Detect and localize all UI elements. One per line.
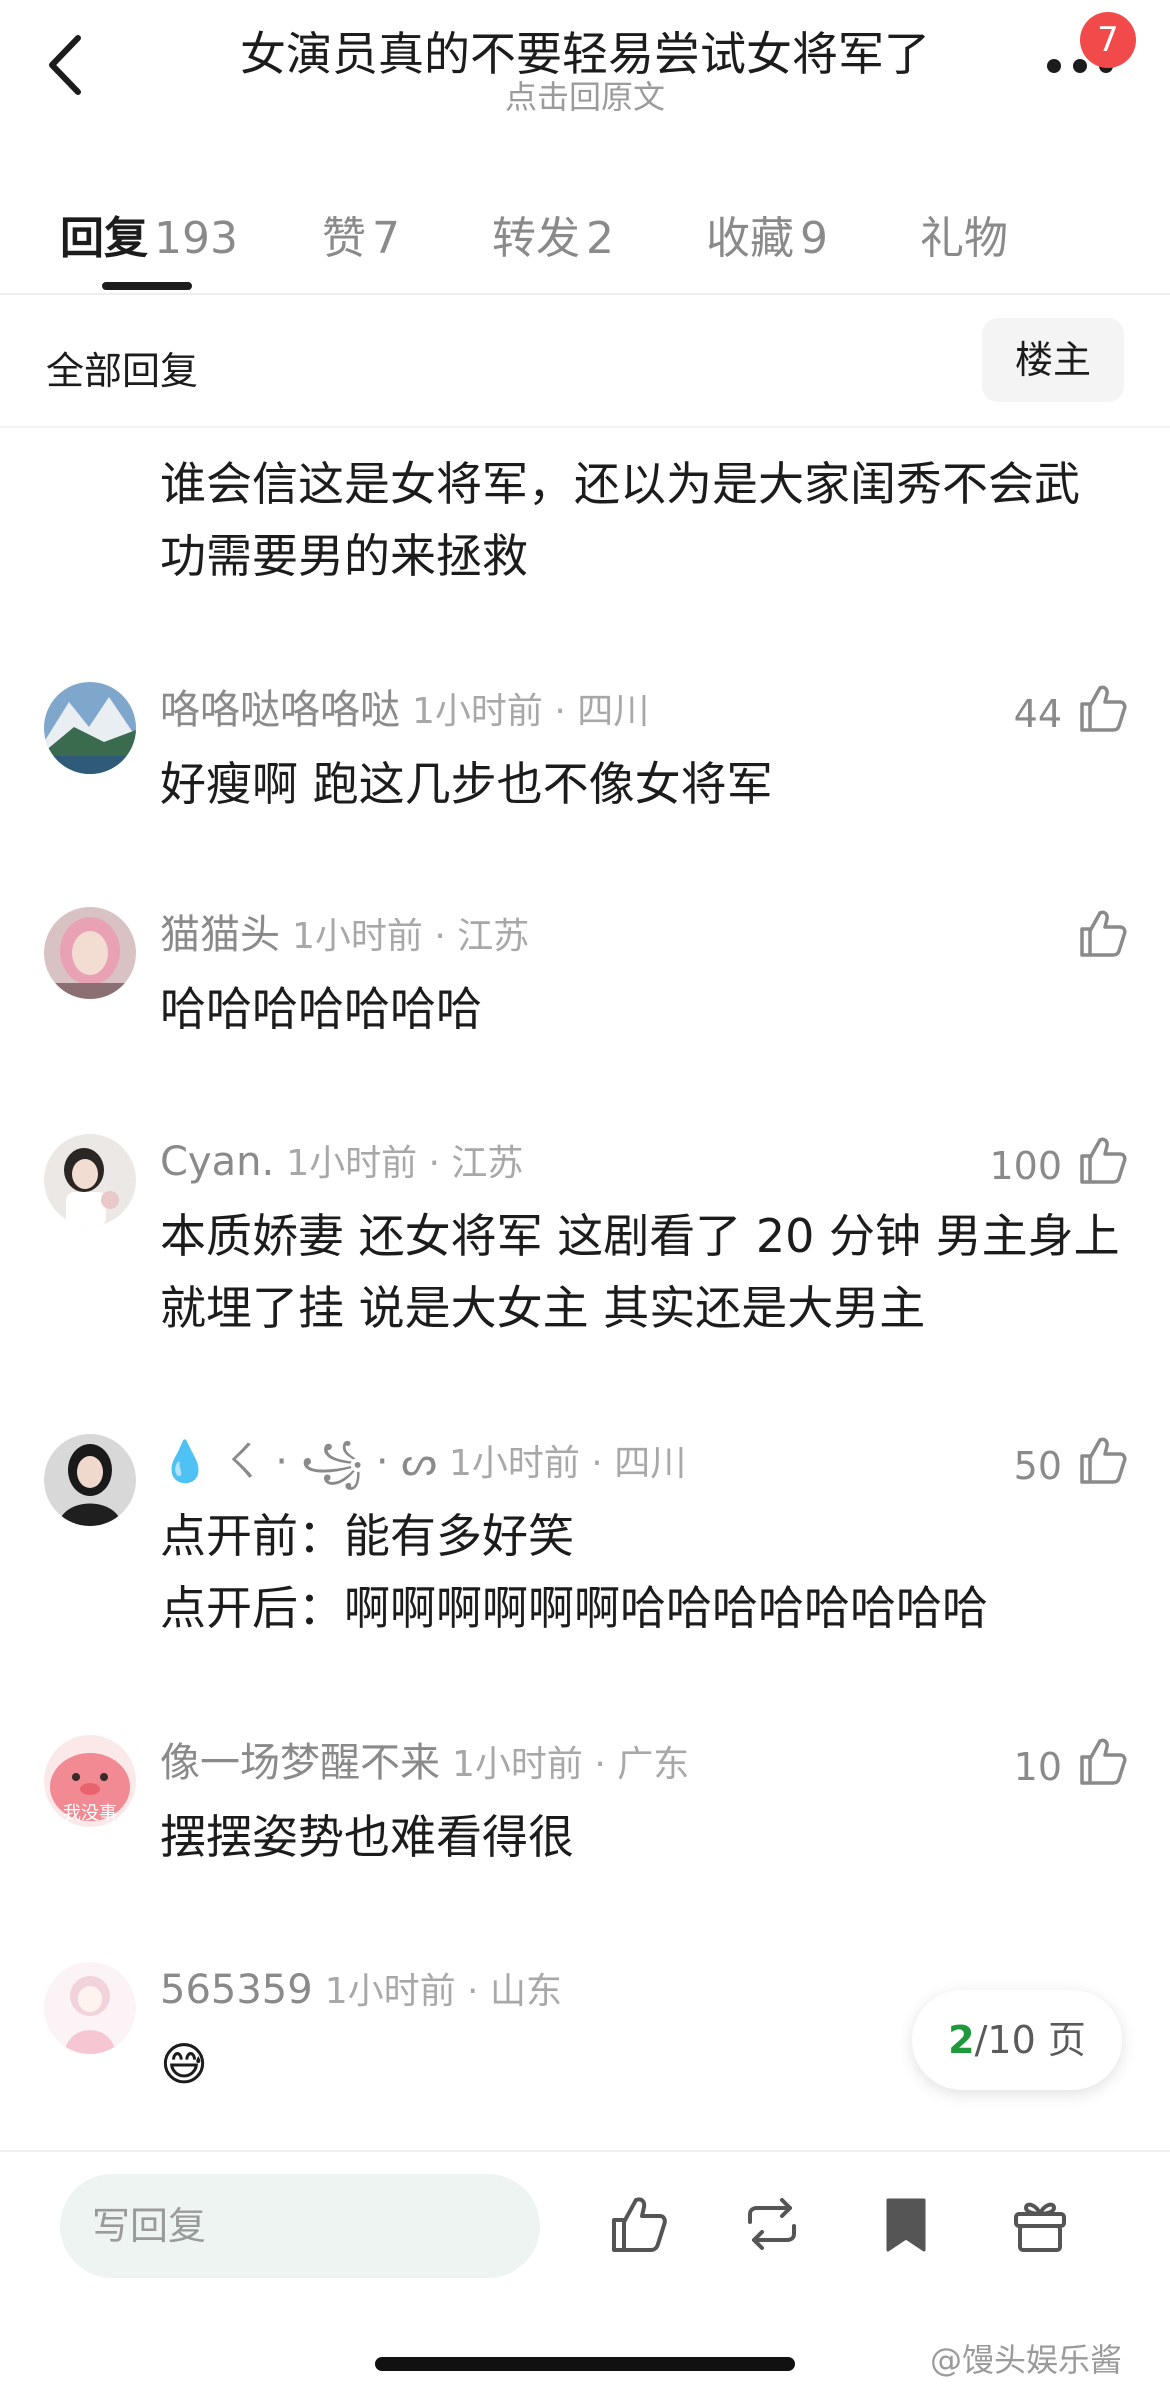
username[interactable]: Cyan. <box>160 1139 274 1185</box>
avatar[interactable] <box>44 1134 136 1226</box>
thumbs-up-icon[interactable] <box>1076 682 1128 734</box>
comment-text: 点开前：能有多好笑 点开后：啊啊啊啊啊啊哈哈哈哈哈哈哈哈 <box>160 1500 1130 1644</box>
comment-item: 💧 ㄑ · ꧁ · ᔕ 1小时前 · 四川 50 点开前：能有多好笑 点开后：啊啊… <box>0 1432 1170 1652</box>
thumbs-up-icon[interactable] <box>1076 1134 1128 1186</box>
tab-replies[interactable]: 回复 193 <box>60 202 238 266</box>
tab-gifts[interactable]: 礼物 <box>920 202 1008 266</box>
tab-label: 礼物 <box>920 213 1008 264</box>
comment-line: 点开前：能有多好笑 <box>160 1509 574 1563</box>
comment-meta: 猫猫头 1小时前 · 江苏 <box>160 905 529 967</box>
username[interactable]: 565359 <box>160 1967 313 2013</box>
active-tab-indicator <box>102 282 192 290</box>
avatar-image <box>44 1134 136 1226</box>
watermark: @馒头娱乐酱 <box>930 2341 1123 2379</box>
avatar-image <box>44 682 136 774</box>
avatar[interactable] <box>44 907 136 999</box>
tab-count: 193 <box>154 213 238 264</box>
tab-label: 回复 <box>60 213 148 264</box>
username[interactable]: 像一场梦醒不来 <box>160 1740 440 1786</box>
owner-only-button[interactable]: 楼主 <box>982 318 1124 402</box>
comment-time: 1小时前 · 江苏 <box>286 1143 524 1184</box>
tab-reposts[interactable]: 转发 2 <box>492 202 614 266</box>
username[interactable]: 咯咯哒咯咯哒 <box>160 687 400 733</box>
filter-row: 全部回复 楼主 <box>0 318 1170 428</box>
comment-time: 1小时前 · 四川 <box>448 1443 687 1484</box>
comment-time: 1小时前 · 山东 <box>324 1971 562 2012</box>
like-count: 50 <box>1013 1444 1062 1488</box>
avatar-image <box>44 907 136 999</box>
username[interactable]: 💧 ㄑ · ꧁ · ᔕ <box>160 1439 437 1485</box>
thumbs-up-icon[interactable] <box>1076 1434 1128 1486</box>
comment-meta: 💧 ㄑ · ꧁ · ᔕ 1小时前 · 四川 <box>160 1432 686 1494</box>
current-page: 2 <box>948 2018 975 2062</box>
avatar-caption: 我没事 <box>63 1803 117 1824</box>
bookmark-icon[interactable] <box>874 2192 938 2256</box>
tab-label: 收藏 <box>706 213 794 264</box>
comment-item: 咯咯哒咯咯哒 1小时前 · 四川 44 好瘦啊 跑这几步也不像女将军 <box>0 680 1170 820</box>
repost-icon[interactable] <box>740 2192 804 2256</box>
username[interactable]: 猫猫头 <box>160 912 280 958</box>
comment-text: 好瘦啊 跑这几步也不像女将军 <box>160 757 773 811</box>
tab-count: 7 <box>372 213 400 264</box>
comment-time: 1小时前 · 四川 <box>412 691 650 732</box>
gift-icon[interactable] <box>1008 2192 1072 2256</box>
notification-badge: 7 <box>1080 12 1136 68</box>
thumbs-up-icon[interactable] <box>1076 907 1128 959</box>
comment-time: 1小时前 · 广东 <box>452 1744 690 1785</box>
tab-likes[interactable]: 赞7 <box>322 202 400 266</box>
comment-item: Cyan. 1小时前 · 江苏 100 本质娇妻 还女将军 这剧看了 20 分钟 … <box>0 1132 1170 1352</box>
tab-favorites[interactable]: 收藏 9 <box>706 202 828 266</box>
like-count: 44 <box>1013 692 1062 736</box>
back-to-original-link[interactable]: 点击回原文 <box>180 72 990 118</box>
avatar[interactable] <box>44 1962 136 2054</box>
reply-input[interactable]: 写回复 <box>60 2174 540 2278</box>
tab-label: 赞 <box>322 213 366 264</box>
comment-text: 摆摆姿势也难看得很 <box>160 1810 574 1864</box>
comment-line: 点开后：啊啊啊啊啊啊哈哈哈哈哈哈哈哈 <box>160 1581 988 1635</box>
all-replies-label: 全部回复 <box>46 349 199 393</box>
like-count: 10 <box>1013 1745 1062 1789</box>
comment-time: 1小时前 · 江苏 <box>292 916 530 957</box>
home-indicator <box>375 2357 795 2371</box>
thumbs-up-icon[interactable] <box>606 2192 670 2256</box>
comment-item: 猫猫头 1小时前 · 江苏 哈哈哈哈哈哈哈 <box>0 905 1170 1045</box>
page-indicator[interactable]: 2/10 页 <box>912 1990 1122 2090</box>
header: 女演员真的不要轻易尝试女将军了 点击回原文 7 <box>0 0 1170 150</box>
avatar[interactable] <box>44 682 136 774</box>
total-pages: /10 页 <box>974 2018 1086 2062</box>
back-button[interactable] <box>40 30 96 100</box>
avatar[interactable] <box>44 1434 136 1526</box>
avatar[interactable]: 我没事 <box>44 1735 136 1827</box>
tab-count: 2 <box>586 213 614 264</box>
comment-meta: Cyan. 1小时前 · 江苏 <box>160 1132 523 1194</box>
tab-count: 9 <box>800 213 828 264</box>
avatar-image <box>44 1434 136 1526</box>
tab-label: 转发 <box>492 213 580 264</box>
chevron-left-icon <box>49 35 81 95</box>
like-count: 100 <box>989 1144 1062 1188</box>
comment-meta: 咯咯哒咯咯哒 1小时前 · 四川 <box>160 680 649 742</box>
comment-text: 哈哈哈哈哈哈哈 <box>160 982 482 1036</box>
comment-text: 谁会信这是女将军，还以为是大家闺秀不会武功需要男的来拯救 <box>160 457 1080 583</box>
avatar-image <box>44 1962 136 2054</box>
thumbs-up-icon[interactable] <box>1076 1735 1128 1787</box>
comment-text: 本质娇妻 还女将军 这剧看了 20 分钟 男主身上就埋了挂 说是大女主 其实还是… <box>160 1209 1120 1335</box>
comment-meta: 像一场梦醒不来 1小时前 · 广东 <box>160 1733 689 1795</box>
comment-item: 我没事 像一场梦醒不来 1小时前 · 广东 10 摆摆姿势也难看得很 <box>0 1733 1170 1873</box>
tab-bar: 回复 193 赞7 转发 2 收藏 9 礼物 <box>0 190 1170 295</box>
comment-meta: 565359 1小时前 · 山东 <box>160 1960 562 2022</box>
